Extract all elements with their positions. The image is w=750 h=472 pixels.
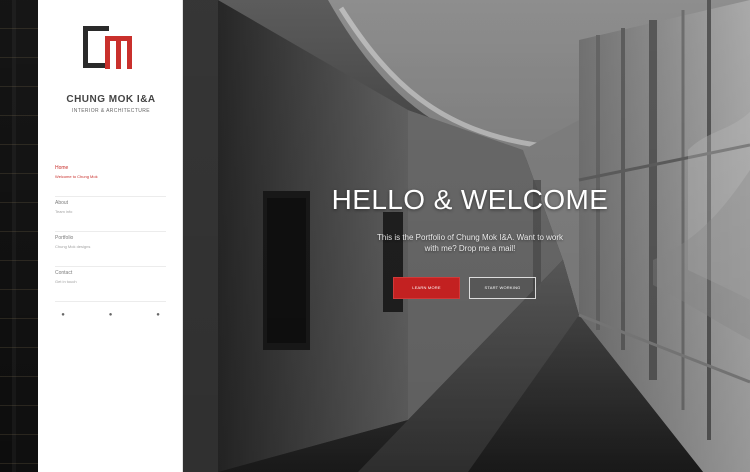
sidebar-item-subtitle: Chung Mok designs (55, 244, 91, 249)
hero-description: This is the Portfolio of Chung Mok I&A. … (377, 233, 563, 253)
sidebar-item-subtitle: Get in touch (55, 279, 77, 284)
brand-logo-icon (81, 22, 141, 84)
sidebar-item-contact[interactable]: Contact Get in touch (55, 271, 166, 302)
logo-m-shape-1 (105, 36, 110, 69)
twitter-icon[interactable]: ● (103, 307, 119, 323)
screen: CHUNG MOK I&A INTERIOR & ARCHITECTURE Ho… (0, 0, 750, 472)
sidebar-item-about[interactable]: About Team info (55, 201, 166, 232)
learn-more-button[interactable]: Learn more (393, 277, 460, 299)
social-links: ● ● ● (55, 307, 166, 323)
brand-subtitle: INTERIOR & ARCHITECTURE (71, 108, 151, 114)
sidebar-item-label: Home (55, 165, 69, 171)
sidebar-item-portfolio[interactable]: Portfolio Chung Mok designs (55, 236, 166, 267)
sidebar-item-home[interactable]: Home Welcome to Chung Mok (55, 166, 166, 197)
hero-section: HELLO & WELCOME This is the Portfolio of… (183, 0, 750, 472)
facebook-icon[interactable]: ● (55, 307, 71, 323)
hero-actions: Learn more Start working (393, 277, 536, 299)
sidebar-item-label: Portfolio (55, 235, 74, 241)
hero-title: HELLO & WELCOME (331, 184, 609, 215)
sidebar-item-label: About (55, 200, 69, 206)
brand-name: CHUNG MOK I&A (66, 94, 156, 105)
sidebar-navigation: Home Welcome to Chung Mok About Team inf… (55, 162, 166, 304)
logo-m-shape-2 (116, 36, 121, 69)
sidebar-item-label: Contact (55, 270, 73, 276)
start-working-button[interactable]: Start working (469, 277, 536, 299)
brand-logo-block: CHUNG MOK I&A INTERIOR & ARCHITECTURE (56, 22, 166, 127)
background-edge-strip (0, 0, 38, 472)
sidebar-item-subtitle: Team info (55, 209, 73, 214)
sidebar-item-subtitle: Welcome to Chung Mok (55, 174, 98, 179)
logo-m-shape-3 (127, 36, 132, 69)
sidebar: CHUNG MOK I&A INTERIOR & ARCHITECTURE Ho… (38, 0, 183, 472)
instagram-icon[interactable]: ● (150, 307, 166, 323)
website-window: CHUNG MOK I&A INTERIOR & ARCHITECTURE Ho… (38, 0, 750, 472)
